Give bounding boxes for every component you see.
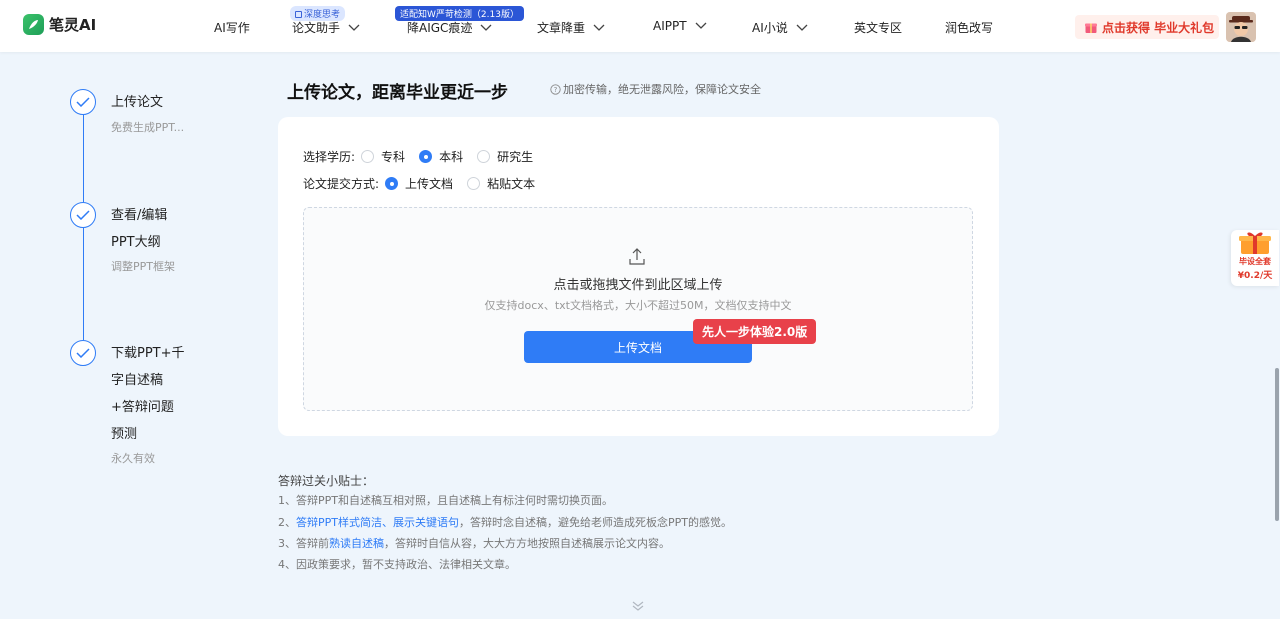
chevron-down-icon xyxy=(593,24,605,31)
radio-checked[interactable] xyxy=(385,177,399,190)
nav-label: 润色改写 xyxy=(945,21,994,35)
step-3-title-line-4: 预测 xyxy=(111,427,138,442)
step-2-sub: 调整PPT框架 xyxy=(111,260,175,273)
nav-thesis-assistant[interactable]: 论文助手 xyxy=(292,19,360,36)
page-scrollbar[interactable] xyxy=(1275,368,1279,521)
file-dropzone[interactable]: 点击或拖拽文件到此区域上传 仅支持docx、txt文档格式，大小不超过50M，文… xyxy=(303,207,973,411)
submit-method-row: 论文提交方式: 上传文档 粘贴文本 xyxy=(303,175,549,192)
education-option-graduate[interactable]: 研究生 xyxy=(477,148,533,165)
step-3-title-line-3: +答辩问题 xyxy=(111,400,174,415)
dropzone-title: 点击或拖拽文件到此区域上传 xyxy=(553,278,723,293)
nav-label: 文章降重 xyxy=(537,21,586,35)
chevron-down-icon xyxy=(796,24,808,31)
nav-article-rewrite[interactable]: 文章降重 xyxy=(537,19,605,36)
step-1-check xyxy=(70,89,96,115)
edit-icon xyxy=(295,11,302,18)
gift-line-2: ¥0.2/天 xyxy=(1237,271,1273,281)
tip-item-1: 1、答辩PPT和自述稿互相对照，且自述稿上有标注何时需切换页面。 xyxy=(278,494,613,507)
logo-icon xyxy=(23,14,44,35)
chevron-down-icon xyxy=(480,24,492,31)
submit-method-label: 论文提交方式: xyxy=(303,177,380,191)
tip-item-2: 2、答辩PPT样式简洁、展示关键语句，答辩时念自述稿，避免给老师造成死板念PPT… xyxy=(278,516,732,529)
graduation-gift-promo[interactable]: 点击获得 毕业大礼包 xyxy=(1075,15,1219,39)
upload-icon xyxy=(629,248,645,265)
step-3-title-line-2: 字自述稿 xyxy=(111,373,164,388)
tips-title: 答辩过关小贴士： xyxy=(278,474,375,488)
nav-label: AI写作 xyxy=(214,21,250,35)
nav-label: 降AIGC痕迹 xyxy=(407,21,473,35)
security-note: ? 加密传输，绝无泄露风险，保障论文安全 xyxy=(550,81,761,97)
chevron-down-icon xyxy=(695,22,707,29)
step-1-title: 上传论文 xyxy=(111,95,164,110)
nav-ai-novel[interactable]: AI小说 xyxy=(752,19,808,36)
page-title: 上传论文，距离毕业更近一步 xyxy=(287,83,508,103)
nav-reduce-aigc[interactable]: 降AIGC痕迹 xyxy=(407,19,492,36)
step-3-check xyxy=(70,340,96,366)
nav-label: AIPPT xyxy=(653,19,687,33)
radio-checked[interactable] xyxy=(419,150,433,163)
step-2-title-line-2: PPT大纲 xyxy=(111,235,161,250)
check-icon xyxy=(76,97,90,107)
gift-line-1: 毕设全套 xyxy=(1239,257,1271,266)
check-icon xyxy=(76,210,90,220)
education-label: 选择学历: xyxy=(303,150,356,164)
tip-item-3: 3、答辩前熟读自述稿，答辩时自信从容，大大方方地按照自述稿展示论文内容。 xyxy=(278,537,670,550)
nav-polish-rewrite[interactable]: 润色改写 xyxy=(945,19,993,36)
floating-gift-widget[interactable]: 毕设全套 ¥0.2/天 xyxy=(1231,230,1279,286)
try-v2-badge[interactable]: 先人一步体验2.0版 xyxy=(693,319,817,344)
radio-unchecked[interactable] xyxy=(477,150,491,163)
submit-option-upload[interactable]: 上传文档 xyxy=(385,175,453,192)
education-option-bachelor[interactable]: 本科 xyxy=(419,148,463,165)
check-icon xyxy=(76,348,90,358)
nav-label: 论文助手 xyxy=(292,21,341,35)
education-row: 选择学历: 专科 本科 研究生 xyxy=(303,148,547,165)
help-circle-icon: ? xyxy=(550,83,561,95)
tip-highlight: 熟读自述稿 xyxy=(329,537,384,550)
radio-unchecked[interactable] xyxy=(361,150,375,163)
nav-aippt[interactable]: AIPPT xyxy=(653,19,707,33)
step-connector xyxy=(83,228,84,340)
logo-text: 笔灵AI xyxy=(49,16,97,34)
dropzone-hint: 仅支持docx、txt文档格式，大小不超过50M，文档仅支持中文 xyxy=(484,299,792,312)
step-3-title-line-1: 下载PPT+千 xyxy=(111,346,185,361)
logo[interactable]: 笔灵AI xyxy=(23,14,96,35)
tip-item-4: 4、因政策要求，暂不支持政治、法律相关文章。 xyxy=(278,558,516,571)
nav-label: AI小说 xyxy=(752,21,788,35)
scroll-down-icon[interactable] xyxy=(631,599,645,613)
step-connector xyxy=(83,115,84,202)
nav-ai-writing[interactable]: AI写作 xyxy=(214,19,250,36)
education-option-junior-college[interactable]: 专科 xyxy=(361,148,405,165)
gift-box-icon xyxy=(1239,232,1271,254)
upload-card: 选择学历: 专科 本科 研究生 论文提交方式: 上传文档 粘贴文本 点击或拖拽文… xyxy=(278,117,999,436)
step-3-sub: 永久有效 xyxy=(111,452,155,465)
chevron-down-icon xyxy=(348,24,360,31)
top-header: 笔灵AI AI写作 深度思考 论文助手 适配知W严苛检测（2.13版） 降AIG… xyxy=(0,0,1280,52)
step-2-title-line-1: 查看/编辑 xyxy=(111,208,168,223)
radio-unchecked[interactable] xyxy=(467,177,481,190)
submit-option-paste[interactable]: 粘贴文本 xyxy=(467,175,535,192)
tip-highlight: 答辩PPT样式简洁、展示关键语句 xyxy=(296,516,459,529)
gift-icon xyxy=(1085,23,1097,33)
user-avatar[interactable] xyxy=(1226,12,1256,42)
step-1-sub: 免费生成PPT... xyxy=(111,121,185,134)
nav-label: 英文专区 xyxy=(854,21,903,35)
avatar-icon xyxy=(1226,12,1256,42)
nav-english-zone[interactable]: 英文专区 xyxy=(854,19,902,36)
svg-text:?: ? xyxy=(554,86,558,94)
step-2-check xyxy=(70,202,96,228)
